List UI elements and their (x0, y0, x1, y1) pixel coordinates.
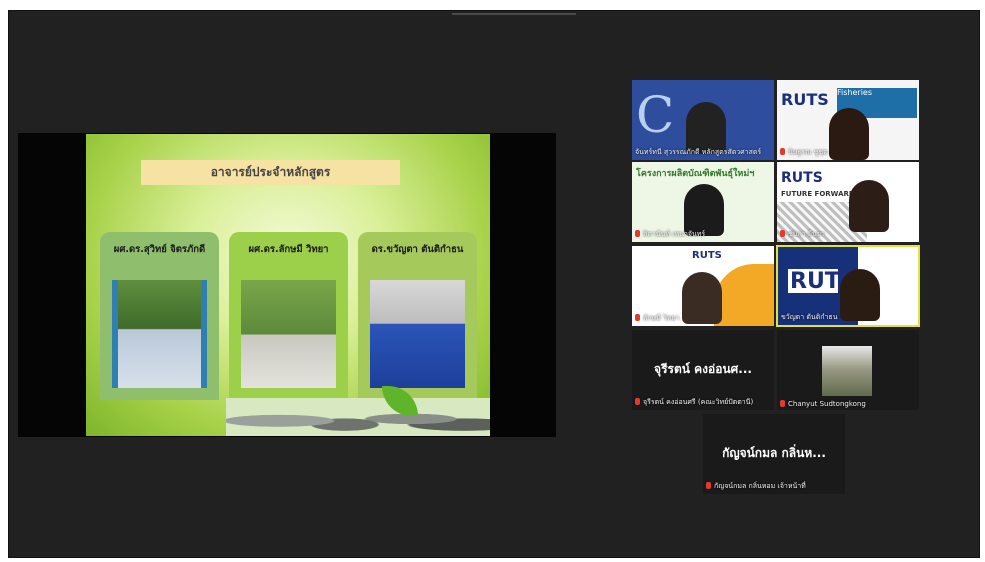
participant-name: ชนิกา ยืนยา (780, 229, 825, 240)
ruts-logo: RUTS (781, 170, 823, 186)
faculty-card: ผศ.ดร.สุวิทย์ จิตรภักดี (100, 232, 219, 400)
participant-name: ขวัญตา ตันติกำธน (781, 313, 838, 321)
participant-name: Chanyut Sudtongkong (780, 400, 866, 408)
participant-video-tile[interactable]: โครงการผลิตบัณฑิตพันธุ์ใหม่ฯ สิตานันท์ เ… (632, 162, 774, 242)
faculty-card: ดร.ขวัญตา ตันติกำธน (358, 232, 477, 400)
presentation-slide: อาจารย์ประจำหลักสูตร ผศ.ดร.สุวิทย์ จิตรภ… (86, 134, 490, 436)
mic-muted-icon (780, 148, 785, 155)
faculty-photo (241, 280, 336, 388)
faculty-photo (112, 280, 207, 388)
participant-name: จุรีรตน์ คงอ่อนศรี (คณะวิทย์ปัตตานี) (635, 397, 753, 408)
slide-title: อาจารย์ประจำหลักสูตร (141, 160, 400, 185)
participant-name: ลักษมี วิทยา (635, 313, 680, 324)
participant-name-tile[interactable]: กัญจน์กมล กลิ่นห... กัญจน์กมล กลิ่นหอม เ… (703, 414, 845, 494)
faculty-name: ผศ.ดร.สุวิทย์ จิตรภักดี (113, 244, 206, 255)
banner-letter: C (636, 86, 675, 144)
faculty-name: ดร.ขวัญตา ตันติกำธน (371, 244, 464, 255)
active-speaker-tile[interactable]: RUTS ขวัญตา ตันติกำธน (776, 245, 920, 327)
mic-muted-icon (635, 314, 640, 321)
participant-video (849, 180, 889, 232)
participant-name: สิตานันท์ เหนาจันทร์ (635, 229, 705, 240)
window-top-indicator (452, 13, 576, 15)
participant-video-tile[interactable]: RUTS Fisheries นิษฐรณ ชูชุด (777, 80, 919, 160)
participant-video (682, 272, 722, 324)
participant-name: นิษฐรณ ชูชุด (780, 147, 828, 158)
participant-photo-tile[interactable]: Chanyut Sudtongkong (777, 330, 919, 410)
future-forward-text: FUTURE FORWARD (781, 190, 855, 198)
faculty-photo (370, 280, 465, 388)
participant-profile-photo (822, 346, 872, 396)
participant-display-name: จุรีรตน์ คงอ่อนศ... (654, 362, 752, 376)
participant-video-tile[interactable]: RUTS ลักษมี วิทยา (632, 246, 774, 326)
background-shape (714, 264, 774, 326)
mic-muted-icon (635, 230, 640, 237)
participant-video (829, 108, 869, 160)
mic-muted-icon (780, 230, 785, 237)
mic-muted-icon (780, 400, 785, 407)
stones-decoration (226, 398, 490, 436)
participant-video-tile[interactable]: C จันทร์ทนี สุวรรณภักดี หลักสูตรสัตวศาสต… (632, 80, 774, 160)
ruts-logo: RUTS (781, 90, 829, 109)
faculty-name: ผศ.ดร.ลักษมี วิทยา (248, 244, 329, 255)
participant-name: กัญจน์กมล กลิ่นหอม เจ้าหน้าที่ (706, 481, 806, 492)
ruts-logo: RUTS (692, 250, 722, 261)
mic-muted-icon (635, 398, 640, 405)
participant-video (840, 269, 880, 321)
participant-display-name: กัญจน์กมล กลิ่นห... (722, 446, 826, 460)
faculty-card: ผศ.ดร.ลักษมี วิทยา (229, 232, 348, 400)
participant-video-tile[interactable]: RUTS FUTURE FORWARD ชนิกา ยืนยา (777, 162, 919, 242)
mic-muted-icon (706, 482, 711, 489)
background-banner-text: โครงการผลิตบัณฑิตพันธุ์ใหม่ฯ (636, 169, 755, 179)
participant-name: จันทร์ทนี สุวรรณภักดี หลักสูตรสัตวศาสตร์ (635, 148, 762, 156)
participant-name-tile[interactable]: จุรีรตน์ คงอ่อนศ... จุรีรตน์ คงอ่อนศรี (… (632, 330, 774, 410)
